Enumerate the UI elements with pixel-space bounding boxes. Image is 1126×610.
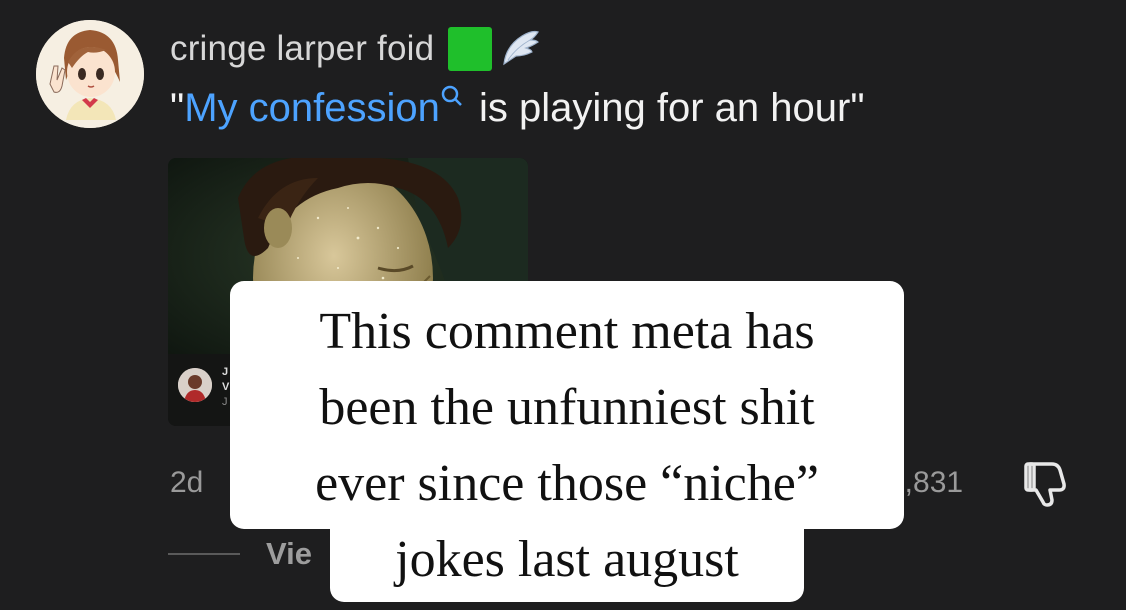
wing-icon <box>503 30 540 66</box>
search-icon[interactable] <box>440 84 464 110</box>
green-square-icon <box>448 27 493 71</box>
comment-text-open-quote: " <box>170 86 185 130</box>
caption-line-4: jokes last august <box>395 531 739 588</box>
video-line-3: J <box>222 396 228 408</box>
channel-avatar-image <box>178 368 212 402</box>
caption-overlay-text: This comment meta has been the unfunnies… <box>230 294 904 598</box>
anime-girl-avatar-image <box>36 20 144 128</box>
video-line-2: V <box>222 381 230 393</box>
comment-username-row: cringe larper foid <box>170 26 542 72</box>
comment-timestamp: 2d <box>170 466 204 499</box>
comment-text: "My confession is playing for an hour" <box>170 84 865 131</box>
username[interactable]: cringe larper foid <box>170 29 434 69</box>
user-avatar[interactable] <box>36 20 144 128</box>
video-meta-text: J V J <box>222 366 229 411</box>
search-link[interactable]: My confession <box>184 86 440 130</box>
video-channel-initial: J <box>222 366 229 378</box>
channel-avatar[interactable] <box>178 368 212 402</box>
caption-line-2: been the unfunniest shit <box>319 379 815 436</box>
caption-line-3: ever since those “niche” <box>315 455 819 512</box>
dislike-icon[interactable] <box>1022 458 1078 508</box>
comment-text-rest: is playing for an hour" <box>467 86 865 130</box>
caption-line-1: This comment meta has <box>319 303 815 360</box>
